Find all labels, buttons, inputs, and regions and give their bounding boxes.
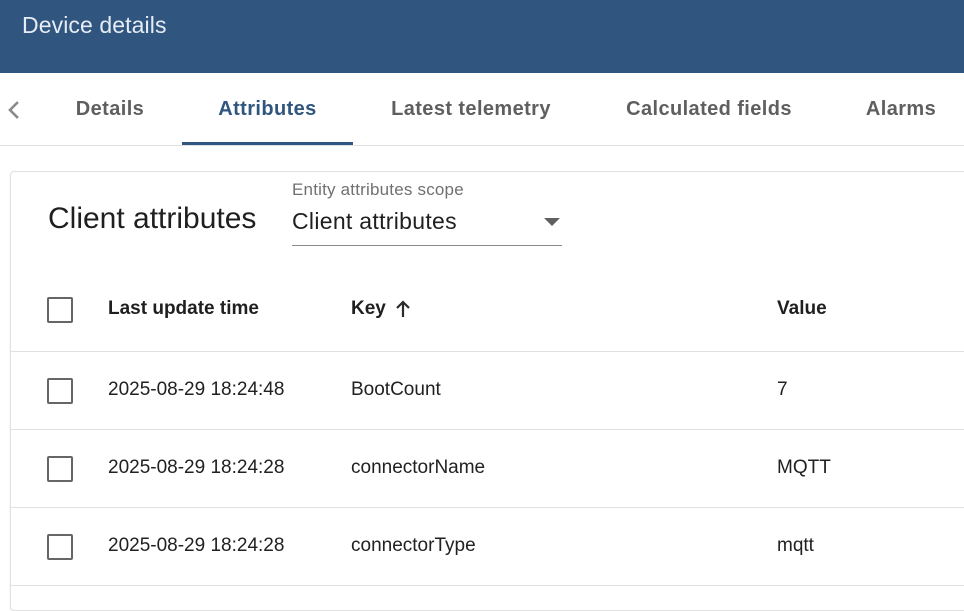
tab-alarms[interactable]: Alarms — [852, 73, 950, 145]
dropdown-arrow-icon — [544, 218, 560, 226]
table-row[interactable]: 2025-08-29 18:24:48 BootCount 7 — [11, 352, 964, 430]
cell-last-update-time: 2025-08-29 18:24:28 — [108, 457, 285, 478]
tab-attributes[interactable]: Attributes — [182, 73, 353, 145]
cell-value: mqtt — [777, 535, 814, 556]
cell-value: MQTT — [777, 457, 831, 478]
chevron-left-icon — [8, 101, 19, 119]
table-row[interactable]: 2025-08-29 18:24:28 connectorName MQTT — [11, 430, 964, 508]
column-header-value[interactable]: Value — [777, 298, 827, 320]
scope-select-label: Entity attributes scope — [292, 180, 464, 199]
cell-value: 7 — [777, 379, 788, 400]
table-row[interactable]: 2025-08-29 18:24:28 connectorType mqtt — [11, 508, 964, 586]
attributes-scope-select[interactable]: Entity attributes scope Client attribute… — [292, 178, 562, 246]
page-title: Device details — [22, 12, 167, 38]
cell-key: connectorName — [351, 457, 486, 478]
attributes-card: Client attributes Entity attributes scop… — [10, 171, 964, 611]
cell-last-update-time: 2025-08-29 18:24:28 — [108, 535, 285, 556]
arrow-up-icon — [396, 300, 410, 317]
cell-last-update-time: 2025-08-29 18:24:48 — [108, 379, 285, 400]
scope-select-value: Client attributes — [292, 208, 457, 234]
select-all-checkbox[interactable] — [47, 297, 73, 323]
column-header-last-update-time[interactable]: Last update time — [108, 298, 259, 320]
tabs-scroll-left-button[interactable] — [2, 95, 26, 125]
tab-bar: Details Attributes Latest telemetry Calc… — [0, 73, 964, 146]
tab-calculated-fields[interactable]: Calculated fields — [608, 73, 810, 145]
active-tab-indicator — [182, 142, 353, 145]
cell-key: BootCount — [351, 379, 441, 400]
tab-latest-telemetry[interactable]: Latest telemetry — [375, 73, 567, 145]
tab-details[interactable]: Details — [60, 73, 160, 145]
card-title: Client attributes — [48, 202, 257, 235]
row-checkbox[interactable] — [47, 534, 73, 560]
column-header-key[interactable]: Key — [351, 298, 386, 320]
row-checkbox[interactable] — [47, 456, 73, 482]
table-header-row: Last update time Key Value — [11, 272, 964, 352]
row-checkbox[interactable] — [47, 378, 73, 404]
cell-key: connectorType — [351, 535, 476, 556]
app-header: Device details — [0, 0, 964, 73]
